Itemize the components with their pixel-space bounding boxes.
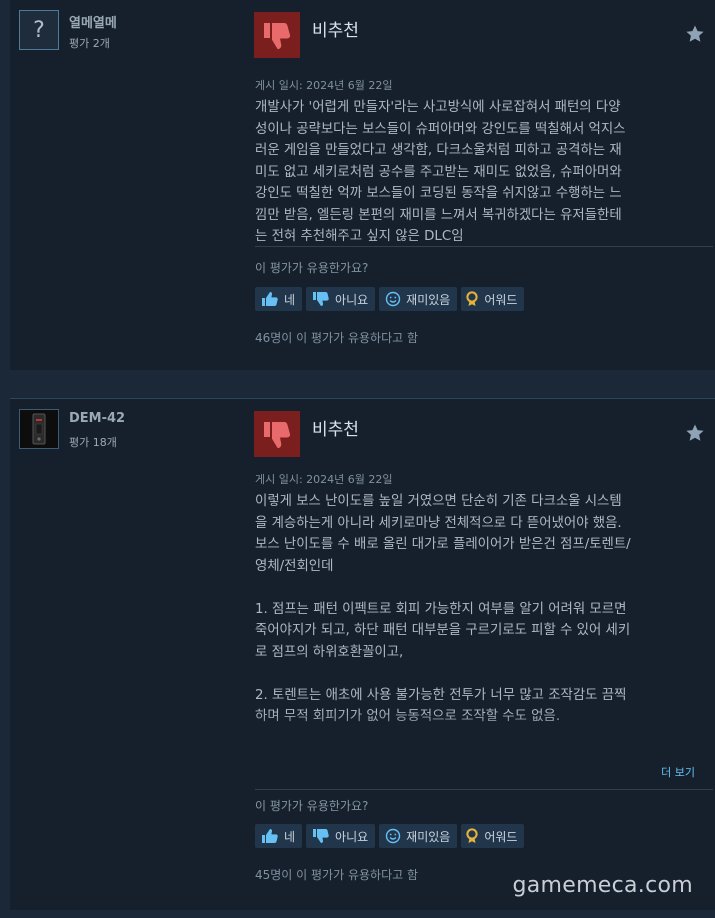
funny-label: 재미있음 — [406, 829, 451, 844]
avatar[interactable] — [19, 409, 59, 449]
award-label: 어워드 — [484, 829, 518, 844]
thumbs-up-icon — [262, 829, 278, 843]
thumbs-down-badge[interactable] — [254, 411, 300, 457]
vote-buttons: 네 아니요 재미있음 어워드 — [255, 287, 525, 311]
thumbs-down-badge[interactable] — [254, 12, 300, 58]
divider — [255, 789, 713, 790]
award-button[interactable]: 어워드 — [461, 287, 525, 311]
yes-label: 네 — [284, 292, 296, 307]
thumbs-down-icon — [313, 829, 329, 843]
posted-date: 게시 일시: 2024년 6월 22일 — [255, 79, 393, 92]
star-icon[interactable] — [685, 423, 705, 443]
thumbs-down-icon — [313, 292, 329, 306]
helpful-count: 45명이 이 평가가 유용하다고 함 — [255, 868, 419, 882]
funny-button[interactable]: 재미있음 — [379, 287, 458, 311]
vote-buttons: 네 아니요 재미있음 어워드 — [255, 824, 525, 848]
divider — [255, 246, 713, 247]
award-icon — [466, 828, 478, 843]
read-more-link[interactable]: 더 보기 — [661, 764, 695, 780]
award-button[interactable]: 어워드 — [461, 824, 525, 848]
star-icon[interactable] — [685, 24, 705, 44]
review-body: 개발사가 '어렵게 만들자'라는 사고방식에 사로잡혀서 패턴의 다양 성이나 … — [255, 100, 626, 244]
recommendation-title: 비추천 — [312, 21, 359, 41]
question-mark-icon: ? — [33, 17, 45, 43]
reviewer-review-count[interactable]: 평가 2개 — [69, 35, 110, 51]
yes-button[interactable]: 네 — [255, 824, 303, 848]
yes-label: 네 — [284, 829, 296, 844]
thumbs-down-icon — [264, 422, 291, 449]
avatar[interactable]: ? — [19, 10, 59, 50]
thumbs-down-icon — [264, 23, 291, 50]
watermark: gamemeca.com — [512, 873, 693, 898]
no-label: 아니요 — [335, 292, 369, 307]
helpful-count: 46명이 이 평가가 유용하다고 함 — [255, 331, 419, 345]
smiley-icon — [385, 828, 401, 844]
no-label: 아니요 — [335, 829, 369, 844]
award-icon — [466, 291, 478, 306]
review-card: DEM-42 평가 18개 비추천 게시 일시: 2024년 6월 22일 이렇… — [10, 398, 715, 910]
smiley-icon — [385, 291, 401, 307]
recommendation-title: 비추천 — [312, 420, 359, 440]
device-avatar-icon — [32, 413, 46, 445]
funny-button[interactable]: 재미있음 — [379, 824, 458, 848]
no-button[interactable]: 아니요 — [306, 287, 376, 311]
helpful-question: 이 평가가 유용한가요? — [255, 799, 369, 813]
funny-label: 재미있음 — [406, 292, 451, 307]
award-label: 어워드 — [484, 292, 518, 307]
text-fade — [255, 711, 705, 751]
review-card: ? 열메열메 평가 2개 비추천 게시 일시: 2024년 6월 22일 개발사… — [10, 0, 715, 370]
posted-date: 게시 일시: 2024년 6월 22일 — [255, 473, 393, 486]
reviewer-name[interactable]: 열메열메 — [69, 12, 117, 31]
reviewer-review-count[interactable]: 평가 18개 — [69, 434, 117, 450]
reviewer-name[interactable]: DEM-42 — [69, 411, 125, 426]
no-button[interactable]: 아니요 — [306, 824, 376, 848]
yes-button[interactable]: 네 — [255, 287, 303, 311]
helpful-question: 이 평가가 유용한가요? — [255, 261, 369, 275]
thumbs-up-icon — [262, 292, 278, 306]
